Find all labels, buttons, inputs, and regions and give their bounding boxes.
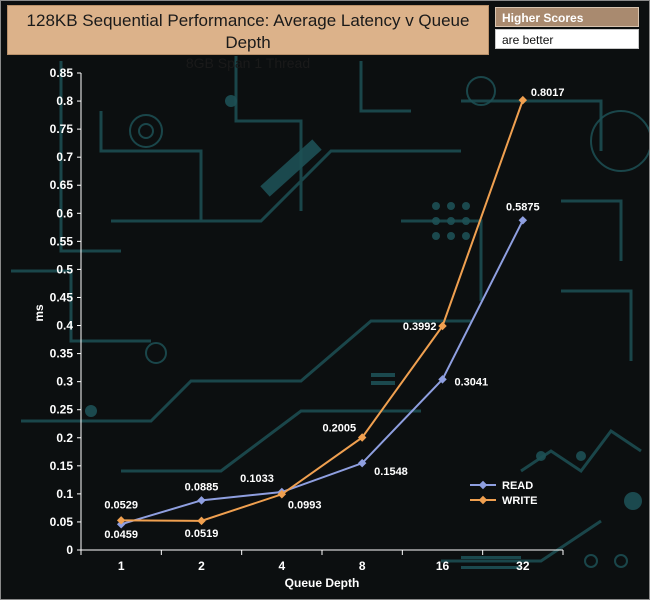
data-point-write	[518, 95, 528, 105]
x-tick-label: 16	[436, 559, 450, 573]
data-label-read: 0.3041	[455, 376, 489, 388]
x-tick-label: 8	[359, 559, 366, 573]
data-label-write: 0.8017	[531, 87, 565, 99]
x-tick-label: 1	[118, 559, 125, 573]
legend-marker-write	[478, 495, 488, 505]
data-label-write: 0.0529	[104, 499, 138, 511]
y-tick-label: 0.55	[50, 234, 74, 248]
y-tick-label: 0	[66, 543, 73, 557]
y-tick-label: 0.35	[50, 347, 74, 361]
data-point-read	[518, 216, 528, 225]
y-tick-label: 0.45	[50, 290, 74, 304]
line-chart: 0 0.05 0.1 0.15 0.2 0.25 0.3 0.35 0.4 0.45 0.5 0.55…	[32, 66, 564, 590]
y-axis-ticks: 0 0.05 0.1 0.15 0.2 0.25 0.3 0.35 0.4 0.45 0.5 0.55…	[50, 66, 81, 557]
y-tick-label: 0.8	[56, 94, 73, 108]
series-line-read	[120, 219, 524, 526]
x-axis-title: Queue Depth	[285, 576, 360, 590]
data-label-read: 0.0459	[104, 529, 138, 541]
legend-label-write: WRITE	[502, 495, 537, 507]
data-label-read: 0.5875	[506, 201, 540, 213]
series-line-write	[121, 99, 524, 522]
data-label-write: 0.0993	[288, 499, 322, 511]
y-tick-label: 0.1	[56, 487, 73, 501]
y-tick-label: 0.15	[50, 459, 74, 473]
y-tick-label: 0.85	[50, 66, 74, 80]
y-tick-label: 0.5	[56, 262, 73, 276]
y-tick-label: 0.05	[50, 515, 74, 529]
y-tick-label: 0.3	[56, 375, 73, 389]
legend-label-read: READ	[502, 480, 533, 492]
x-axis-ticks: 1 2 4 8 16 32	[80, 550, 564, 573]
data-point-read	[197, 496, 206, 505]
chart-series: 0.0459 0.0885 0.1033 0.1548 0.3041 0.5875 0.05…	[104, 87, 564, 541]
y-tick-label: 0.75	[50, 122, 74, 136]
x-tick-label: 2	[198, 559, 205, 573]
data-label-write: 0.3992	[403, 321, 437, 333]
chart-legend: READ WRITE	[470, 480, 537, 507]
legend-marker-read	[478, 480, 488, 490]
y-tick-label: 0.25	[50, 403, 74, 417]
x-tick-label: 4	[278, 559, 285, 573]
data-label-write: 0.2005	[323, 422, 357, 434]
data-label-read: 0.1548	[374, 466, 408, 478]
chart-frame: 128KB Sequential Performance: Average La…	[0, 0, 650, 600]
data-label-write: 0.0519	[185, 528, 219, 540]
y-tick-label: 0.65	[50, 178, 74, 192]
y-tick-label: 0.2	[56, 431, 73, 445]
y-axis-title: ms	[32, 304, 46, 322]
y-tick-label: 0.4	[56, 319, 73, 333]
y-tick-label: 0.6	[56, 206, 73, 220]
y-tick-label: 0.7	[56, 150, 73, 164]
data-point-write	[197, 516, 206, 526]
data-label-read: 0.0885	[185, 481, 219, 493]
x-tick-label: 32	[516, 559, 530, 573]
data-label-read: 0.1033	[240, 473, 274, 485]
